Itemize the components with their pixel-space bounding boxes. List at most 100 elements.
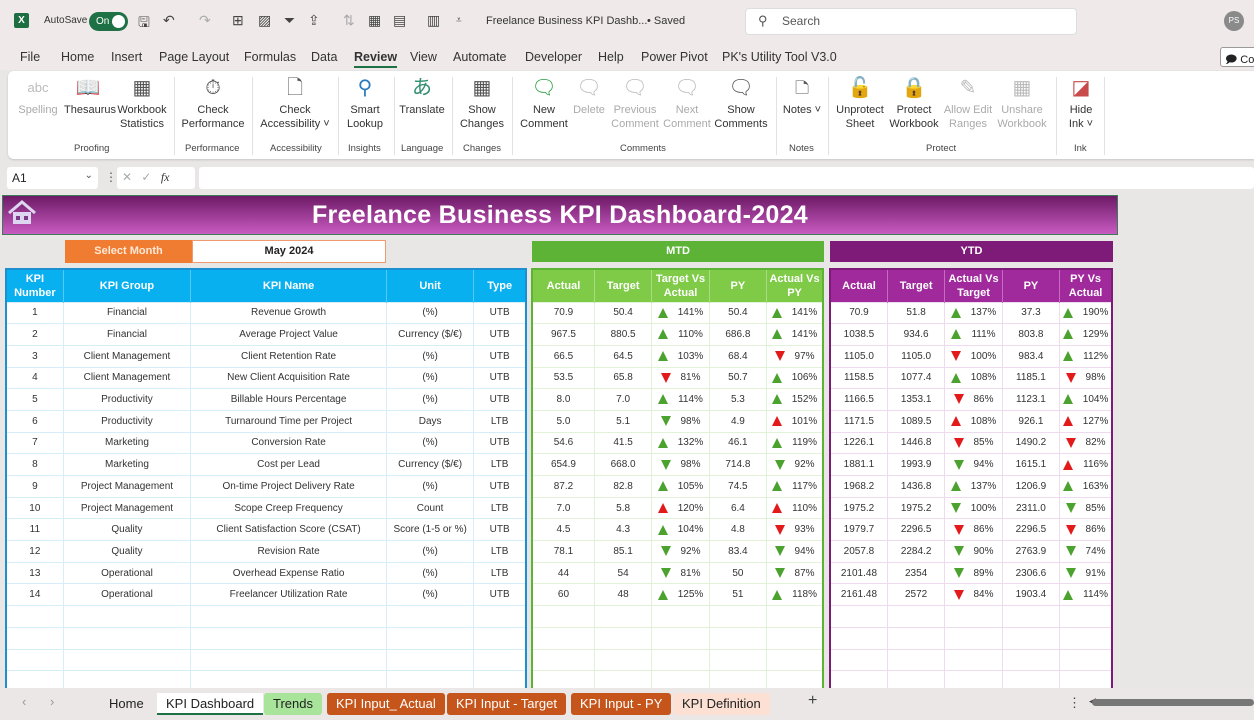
- ytd-py-vs-actual[interactable]: 82%: [1059, 431, 1113, 455]
- mtd-actual[interactable]: 654.9: [531, 453, 595, 476]
- empty-cell[interactable]: [5, 648, 64, 672]
- mtd-py[interactable]: 50: [708, 561, 768, 585]
- kpi-group[interactable]: Operational: [62, 583, 192, 607]
- kpi-name[interactable]: Scope Creep Frequency: [190, 496, 387, 520]
- ytd-target[interactable]: 2354: [886, 561, 946, 585]
- check-accessibility-button[interactable]: 🗋 Check Accessibility ˅: [258, 75, 332, 131]
- ytd-py[interactable]: 2306.6: [1001, 561, 1061, 585]
- filter-icon[interactable]: ⏷: [284, 12, 295, 29]
- kpi-type[interactable]: LTB: [473, 496, 527, 520]
- mtd-py[interactable]: 83.4: [708, 540, 768, 563]
- allow-edit-ranges-button[interactable]: ✎ Allow Edit Ranges: [942, 75, 994, 131]
- ytd-actual-vs-target[interactable]: 137%: [944, 475, 1003, 498]
- sheet-tab-kpi-dashboard[interactable]: KPI Dashboard: [157, 693, 264, 715]
- sheet-tab-kpi-input-py[interactable]: KPI Input - PY: [571, 693, 672, 715]
- mtd-actual[interactable]: 5.0: [531, 409, 595, 433]
- empty-cell[interactable]: [385, 626, 475, 650]
- ytd-actual[interactable]: 1038.5: [829, 323, 888, 346]
- mtd-actual-vs-py[interactable]: 141%: [766, 301, 824, 325]
- kpi-group[interactable]: Client Management: [62, 344, 192, 368]
- menu-home[interactable]: Home: [61, 50, 94, 64]
- ytd-py[interactable]: 1615.1: [1001, 453, 1061, 476]
- mtd-target[interactable]: 82.8: [593, 475, 653, 498]
- empty-cell[interactable]: [1001, 648, 1061, 672]
- ytd-py-vs-actual[interactable]: 114%: [1059, 583, 1113, 607]
- kpi-type[interactable]: LTB: [473, 453, 527, 476]
- mtd-actual-vs-py[interactable]: 87%: [766, 561, 824, 585]
- empty-cell[interactable]: [944, 626, 1003, 650]
- translate-button[interactable]: あ Translate: [398, 75, 446, 117]
- ytd-py-vs-actual[interactable]: 74%: [1059, 540, 1113, 563]
- kpi-name[interactable]: New Client Acquisition Rate: [190, 366, 387, 390]
- menu-review[interactable]: Review: [354, 50, 398, 68]
- mtd-target-vs-actual[interactable]: 141%: [651, 301, 710, 325]
- mtd-actual-vs-py[interactable]: 119%: [766, 431, 824, 455]
- mtd-target-vs-actual[interactable]: 98%: [651, 409, 710, 433]
- cancel-icon[interactable]: ✕: [122, 170, 132, 184]
- ytd-target[interactable]: 2572: [886, 583, 946, 607]
- ytd-actual[interactable]: 1171.5: [829, 409, 888, 433]
- kpi-unit[interactable]: Count: [385, 496, 475, 520]
- ytd-actual-vs-target[interactable]: 94%: [944, 453, 1003, 476]
- kpi-name[interactable]: Freelancer Utilization Rate: [190, 583, 387, 607]
- menu-data[interactable]: Data: [311, 50, 337, 64]
- unprotect-sheet-button[interactable]: 🔓 Unprotect Sheet: [834, 75, 886, 131]
- mtd-py[interactable]: 686.8: [708, 323, 768, 346]
- share-icon[interactable]: ⇪: [308, 12, 320, 29]
- empty-cell[interactable]: [593, 648, 653, 672]
- sheet-tab-kpi-definition[interactable]: KPI Definition: [673, 693, 770, 715]
- mtd-target[interactable]: 85.1: [593, 540, 653, 563]
- autosave-toggle[interactable]: On: [89, 12, 128, 31]
- kpi-group[interactable]: Project Management: [62, 475, 192, 498]
- empty-cell[interactable]: [944, 605, 1003, 628]
- empty-cell[interactable]: [385, 648, 475, 672]
- ytd-target[interactable]: 1105.0: [886, 344, 946, 368]
- mtd-py[interactable]: 714.8: [708, 453, 768, 476]
- menu-developer[interactable]: Developer: [525, 50, 582, 64]
- check-performance-button[interactable]: ⏱ Check Performance: [180, 75, 246, 131]
- horizontal-scrollbar[interactable]: [1092, 699, 1254, 706]
- empty-cell[interactable]: [1001, 605, 1061, 628]
- notes-button[interactable]: 🗅 Notes ˅: [782, 75, 822, 117]
- more-options-icon[interactable]: ⋮: [1068, 695, 1081, 711]
- ytd-py[interactable]: 37.3: [1001, 301, 1061, 325]
- mtd-actual-vs-py[interactable]: 118%: [766, 583, 824, 607]
- thesaurus-button[interactable]: 📖 Thesaurus: [64, 75, 116, 117]
- mtd-target-vs-actual[interactable]: 81%: [651, 561, 710, 585]
- kpi-type[interactable]: UTB: [473, 344, 527, 368]
- smart-lookup-button[interactable]: ⚲ Smart Lookup: [343, 75, 387, 131]
- ytd-actual-vs-target[interactable]: 86%: [944, 388, 1003, 411]
- kpi-type[interactable]: UTB: [473, 518, 527, 542]
- kpi-number[interactable]: 6: [5, 409, 64, 433]
- menu-formulas[interactable]: Formulas: [244, 50, 296, 64]
- save-status[interactable]: • Saved: [647, 15, 685, 27]
- picture-icon[interactable]: ▨: [258, 12, 271, 29]
- mtd-actual[interactable]: 44: [531, 561, 595, 585]
- empty-cell[interactable]: [651, 626, 710, 650]
- kpi-group[interactable]: Marketing: [62, 431, 192, 455]
- mtd-actual[interactable]: 78.1: [531, 540, 595, 563]
- empty-cell[interactable]: [829, 648, 888, 672]
- empty-cell[interactable]: [62, 648, 192, 672]
- kpi-name[interactable]: Revenue Growth: [190, 301, 387, 325]
- empty-cell[interactable]: [766, 648, 824, 672]
- kpi-name[interactable]: On-time Project Delivery Rate: [190, 475, 387, 498]
- comments-button[interactable]: 🗩 Co: [1220, 47, 1254, 67]
- menu-insert[interactable]: Insert: [111, 50, 142, 64]
- scroll-tabs-right-icon[interactable]: ›: [50, 694, 54, 709]
- mtd-target[interactable]: 48: [593, 583, 653, 607]
- kpi-type[interactable]: UTB: [473, 388, 527, 411]
- ytd-target[interactable]: 2296.5: [886, 518, 946, 542]
- kpi-number[interactable]: 9: [5, 475, 64, 498]
- next-comment-button[interactable]: 🗨 Next Comment: [662, 75, 712, 131]
- kpi-number[interactable]: 1: [5, 301, 64, 325]
- mtd-actual-vs-py[interactable]: 152%: [766, 388, 824, 411]
- kpi-unit[interactable]: Days: [385, 409, 475, 433]
- empty-cell[interactable]: [886, 648, 946, 672]
- kpi-number[interactable]: 3: [5, 344, 64, 368]
- hide-ink-button[interactable]: ◪ Hide Ink ˅: [1064, 75, 1098, 131]
- empty-cell[interactable]: [531, 648, 595, 672]
- kpi-number[interactable]: 14: [5, 583, 64, 607]
- kpi-type[interactable]: UTB: [473, 475, 527, 498]
- undo-icon[interactable]: ↶: [163, 12, 175, 29]
